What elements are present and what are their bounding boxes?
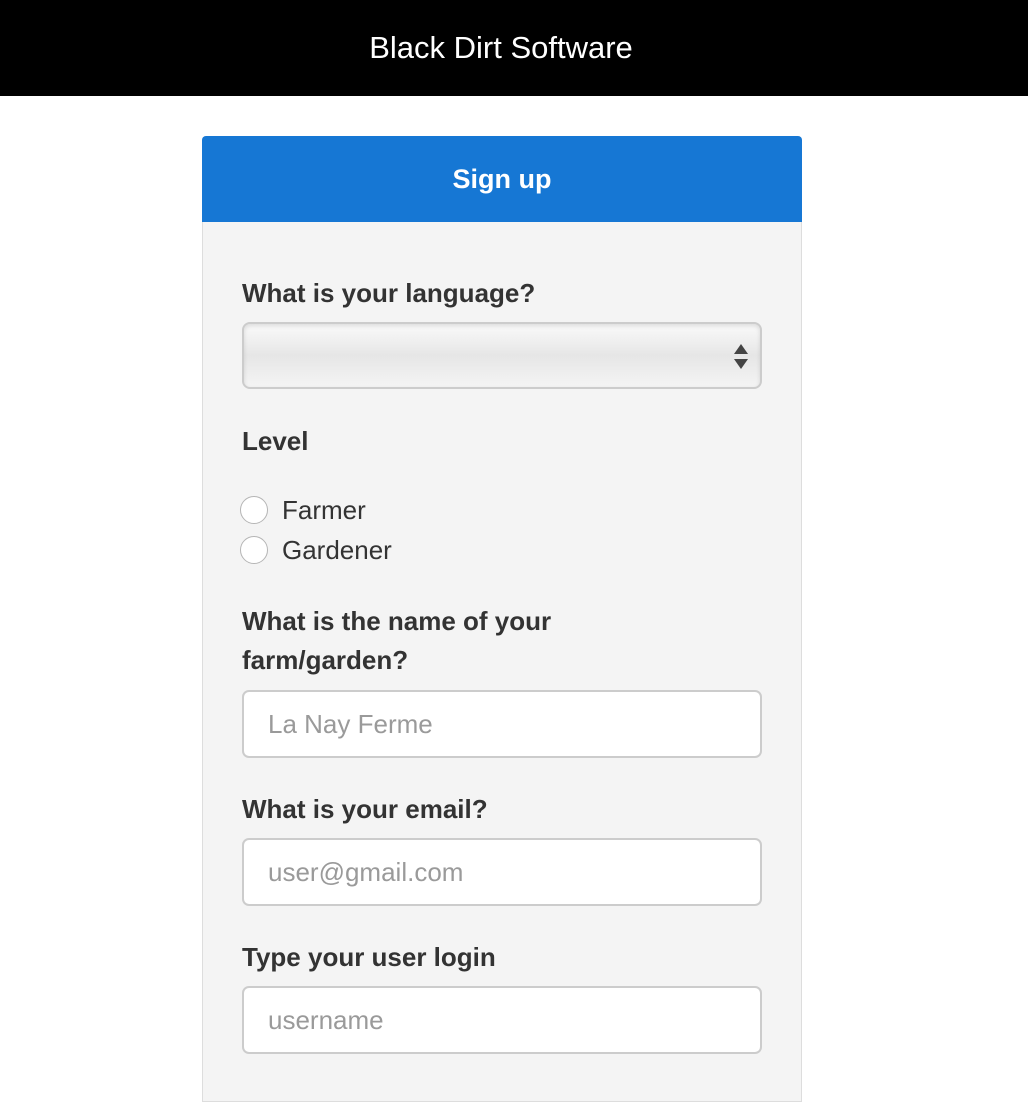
language-select[interactable] [242, 322, 762, 389]
level-label: Level [242, 426, 309, 456]
email-label: What is your email? [242, 794, 488, 824]
farm-name-input[interactable] [242, 690, 762, 758]
login-input[interactable] [242, 986, 762, 1054]
top-navbar: Black Dirt Software [0, 0, 1028, 96]
language-label: What is your language? [242, 278, 536, 308]
radio-button-farmer[interactable] [240, 496, 268, 524]
login-label: Type your user login [242, 942, 496, 972]
radio-option-farmer[interactable]: Farmer [240, 493, 366, 527]
signup-title: Sign up [452, 163, 552, 194]
farm-name-label-line2: farm/garden? [242, 645, 409, 675]
farm-name-label-line1: What is the name of your [242, 606, 552, 636]
brand-title[interactable]: Black Dirt Software [369, 30, 633, 66]
radio-option-gardener[interactable]: Gardener [240, 533, 392, 567]
radio-label-farmer[interactable]: Farmer [282, 495, 366, 526]
radio-button-gardener[interactable] [240, 536, 268, 564]
select-arrows-icon [734, 342, 748, 372]
radio-label-gardener[interactable]: Gardener [282, 535, 392, 566]
signup-card-header: Sign up [202, 136, 802, 222]
email-input[interactable] [242, 838, 762, 906]
